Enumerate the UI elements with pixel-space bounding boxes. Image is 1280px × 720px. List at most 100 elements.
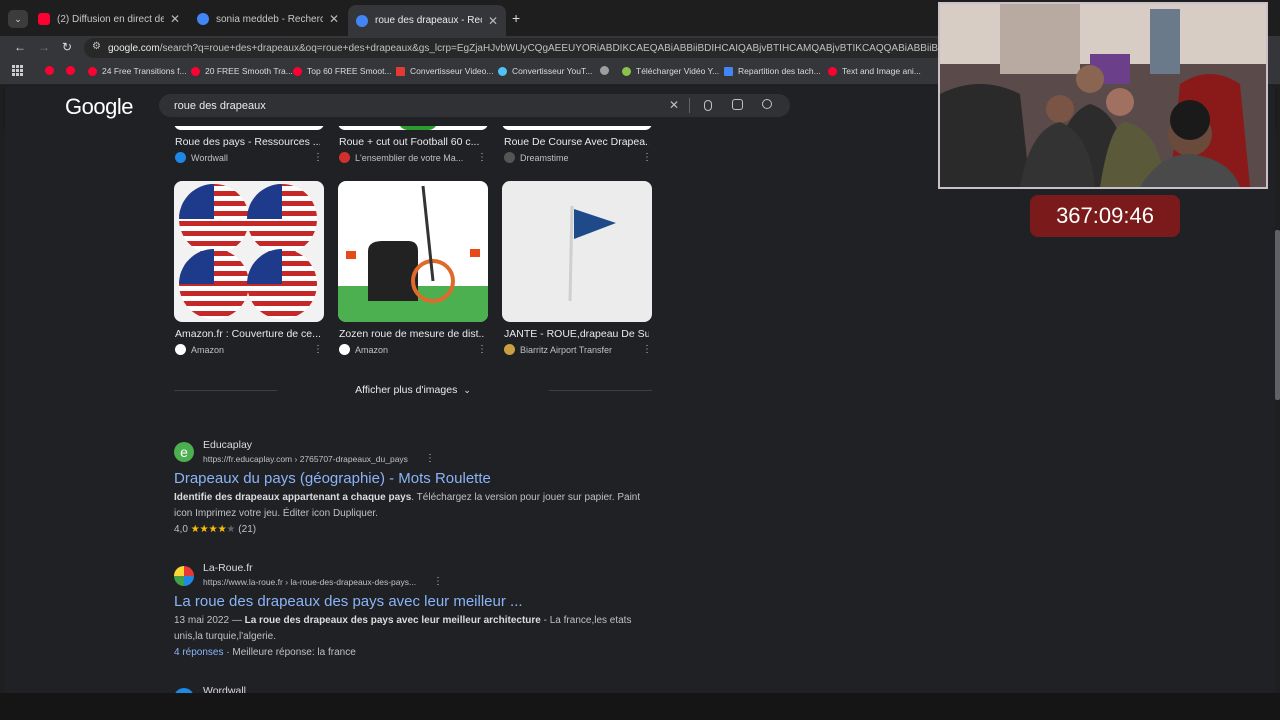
- google-icon: [197, 13, 209, 25]
- more-options-icon[interactable]: ⋮: [642, 344, 652, 355]
- flag-pole-image: [568, 205, 616, 302]
- amazon-icon: [339, 344, 350, 355]
- image-source[interactable]: L'ensemblier de votre Ma...: [339, 152, 463, 163]
- result-title[interactable]: La roue des drapeaux des pays avec leur …: [174, 593, 523, 610]
- bookmark-item[interactable]: Text and Image ani...: [828, 66, 921, 76]
- more-options-icon[interactable]: ⋮: [477, 344, 487, 355]
- result-site-name[interactable]: La-Roue.fr: [203, 562, 253, 574]
- microphone-icon[interactable]: [704, 100, 712, 111]
- image-source[interactable]: Biarritz Airport Transfer: [504, 344, 612, 355]
- image-source[interactable]: Wordwall: [175, 152, 228, 163]
- more-options-icon[interactable]: ⋮: [477, 152, 487, 163]
- image-caption[interactable]: Roue + cut out Football 60 c...: [339, 136, 484, 148]
- youtube-icon: [88, 66, 97, 76]
- la-roue-icon: [174, 566, 194, 586]
- result-url[interactable]: https://fr.educaplay.com › 2765707-drape…: [203, 454, 408, 464]
- search-input[interactable]: roue des drapeaux ✕: [159, 94, 790, 117]
- youtube-icon: [38, 13, 50, 25]
- image-source[interactable]: Amazon: [175, 344, 224, 355]
- youtube-icon: [828, 66, 837, 76]
- image-caption[interactable]: Zozen roue de mesure de dist...: [339, 328, 484, 340]
- image-caption[interactable]: Amazon.fr : Couverture de ce...: [175, 328, 320, 340]
- wordwall-icon: [175, 152, 186, 163]
- close-tab-icon[interactable]: ✕: [329, 12, 339, 26]
- image-caption[interactable]: JANTE - ROUE,drapeau De Su...: [504, 328, 649, 340]
- result-rating: 4,0 ★★★★★ ★★★★★ (21): [174, 522, 654, 538]
- result-answers: 4 réponses · Meilleure réponse: la franc…: [174, 647, 356, 658]
- globe-icon: [498, 66, 507, 76]
- more-options-icon[interactable]: ⋮: [642, 152, 652, 163]
- webcam-overlay: [938, 2, 1268, 189]
- measuring-wheel-image: [338, 185, 488, 322]
- bookmark-item[interactable]: Convertisseur Video...: [396, 66, 493, 76]
- close-tab-icon[interactable]: ✕: [488, 14, 498, 28]
- reload-icon[interactable]: ↻: [62, 40, 72, 54]
- bookmark-item[interactable]: [45, 66, 59, 75]
- webcam-video: [940, 4, 1266, 187]
- amazon-icon: [175, 344, 186, 355]
- tab-youtube-live[interactable]: (2) Diffusion en direct de Watar ✕: [30, 6, 188, 32]
- bookmark-item[interactable]: Repartition des tach...: [724, 66, 821, 76]
- image-source[interactable]: Dreamstime: [504, 152, 569, 163]
- google-icon: [356, 14, 368, 27]
- bookmark-item[interactable]: [66, 66, 80, 75]
- answers-link[interactable]: 4 réponses: [174, 647, 223, 658]
- image-result[interactable]: [174, 181, 324, 322]
- tab-sonia-search[interactable]: sonia meddeb - Recherche Goo ✕: [189, 6, 347, 32]
- tab-roue-search[interactable]: roue des drapeaux - Recherche ✕: [348, 5, 506, 36]
- more-options-icon[interactable]: ⋮: [313, 344, 323, 355]
- youtube-icon: [191, 66, 200, 76]
- google-logo[interactable]: Google: [65, 94, 133, 120]
- apps-icon[interactable]: [12, 65, 23, 76]
- address-bar[interactable]: ⚙ google.com/search?q=roue+des+drapeaux&…: [84, 38, 944, 58]
- result-site-name[interactable]: Wordwall: [203, 685, 246, 693]
- educaplay-icon: e: [174, 442, 194, 462]
- download-icon: [622, 66, 631, 76]
- more-options-icon[interactable]: ⋮: [313, 152, 323, 163]
- image-result[interactable]: [502, 126, 652, 130]
- more-images-button[interactable]: Afficher plus d'images ⌄: [277, 376, 549, 404]
- bookmark-item[interactable]: Top 60 FREE Smoot...: [293, 66, 392, 76]
- scrollbar[interactable]: [1275, 230, 1280, 400]
- chevron-down-icon: ⌄: [463, 384, 471, 395]
- image-result[interactable]: [338, 181, 488, 322]
- clover-graphic: [398, 126, 438, 130]
- ensemblier-icon: [339, 152, 350, 163]
- result-site-name[interactable]: Educaplay: [203, 439, 252, 451]
- result-title[interactable]: Drapeaux du pays (géographie) - Mots Rou…: [174, 470, 491, 487]
- lens-icon[interactable]: [732, 99, 743, 110]
- clear-icon[interactable]: ✕: [669, 98, 679, 112]
- back-icon[interactable]: ←: [14, 40, 26, 54]
- divider: [689, 98, 690, 113]
- result-snippet: 13 mai 2022 — La roue des drapeaux des p…: [174, 615, 632, 642]
- image-result[interactable]: [502, 181, 652, 322]
- bookmark-item[interactable]: Convertisseur YouT...: [498, 66, 592, 76]
- youtube-icon: [293, 66, 302, 76]
- more-options-icon[interactable]: ⋮: [433, 576, 443, 587]
- image-caption[interactable]: Roue des pays - Ressources ...: [175, 136, 320, 148]
- youtube-icon: [45, 66, 54, 75]
- image-source[interactable]: Amazon: [339, 344, 388, 355]
- rating-stars: ★★★★★ ★★★★★: [190, 524, 236, 535]
- image-result[interactable]: [338, 126, 488, 130]
- close-tab-icon[interactable]: ✕: [170, 12, 180, 26]
- dreamstime-icon: [504, 152, 515, 163]
- bookmark-item[interactable]: 20 FREE Smooth Tra...: [191, 66, 293, 76]
- new-tab-button[interactable]: +: [512, 10, 520, 26]
- image-result[interactable]: [174, 126, 324, 130]
- bookmark-item[interactable]: [600, 66, 614, 75]
- z-icon: [396, 66, 405, 76]
- result-url[interactable]: https://www.la-roue.fr › la-roue-des-dra…: [203, 577, 416, 587]
- more-options-icon[interactable]: ⋮: [425, 453, 435, 464]
- image-caption[interactable]: Roue De Course Avec Drapea...: [504, 136, 649, 148]
- biarritz-icon: [504, 344, 515, 355]
- bookmark-item[interactable]: Télécharger Vidéo Y...: [622, 66, 719, 76]
- search-icon[interactable]: [762, 99, 772, 109]
- site-info-icon[interactable]: ⚙: [92, 41, 101, 52]
- bookmark-item[interactable]: 24 Free Transitions f...: [88, 66, 187, 76]
- tab-list-button[interactable]: ⌄: [8, 10, 28, 28]
- bottom-bar: [0, 693, 1280, 720]
- youtube-icon: [66, 66, 75, 75]
- forward-icon[interactable]: →: [38, 40, 50, 54]
- usa-flag-coasters-image: [179, 184, 317, 319]
